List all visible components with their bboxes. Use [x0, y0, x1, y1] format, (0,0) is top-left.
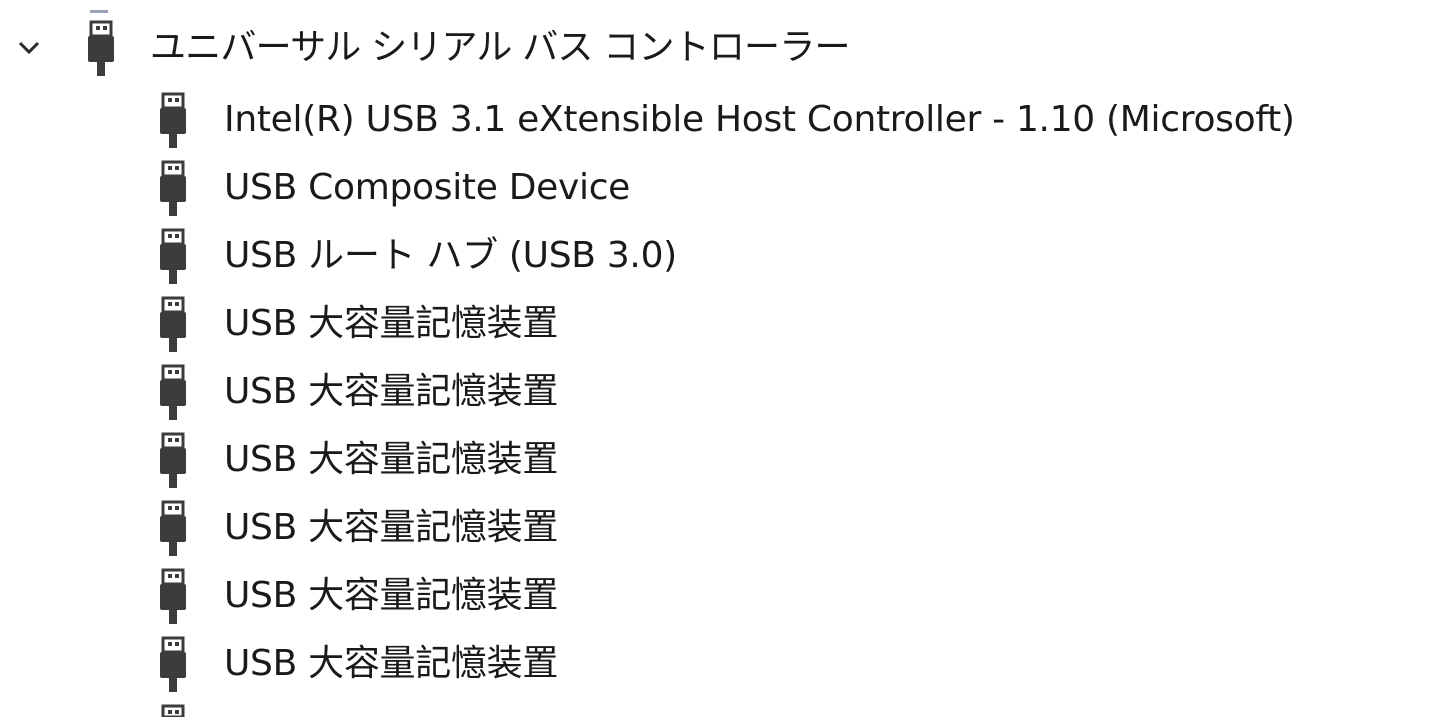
usb-plug-icon	[156, 364, 190, 422]
tree-item-device[interactable]: USB 大容量記憶装置	[0, 562, 1448, 630]
tree-item-device[interactable]: USB 大容量記憶装置	[0, 630, 1448, 698]
tree-item-label: USB 大容量記憶装置	[224, 643, 559, 684]
usb-plug-icon	[161, 704, 185, 719]
tree-item-device[interactable]: USB ルート ハブ (USB 3.0)	[0, 222, 1448, 290]
chevron-down-icon[interactable]	[12, 36, 46, 60]
tree-item-device[interactable]: USB 大容量記憶装置	[0, 426, 1448, 494]
tree-item-device[interactable]: USB 大容量記憶装置	[0, 358, 1448, 426]
tree-item-label: USB Composite Device	[224, 167, 631, 208]
usb-plug-icon	[156, 228, 190, 286]
tree-node-label: ユニバーサル シリアル バス コントローラー	[150, 27, 850, 68]
tree-item-label: USB 大容量記憶装置	[224, 575, 559, 616]
tree-item-label: USB 大容量記憶装置	[224, 439, 559, 480]
usb-plug-icon	[156, 296, 190, 354]
usb-plug-icon	[156, 568, 190, 626]
tree-node-usb-controllers[interactable]: ユニバーサル シリアル バス コントローラー	[0, 14, 1448, 82]
device-tree: ユニバーサル シリアル バス コントローラー Intel(R) USB 3.1 …	[0, 0, 1448, 719]
tree-item-device[interactable]: USB 大容量記憶装置	[0, 290, 1448, 358]
usb-plug-icon	[156, 92, 190, 150]
tree-item-device-partial[interactable]	[0, 700, 1448, 719]
usb-plug-icon	[156, 500, 190, 558]
usb-plug-icon	[88, 0, 110, 13]
tree-item-label: USB 大容量記憶装置	[224, 303, 559, 344]
usb-plug-icon	[156, 160, 190, 218]
tree-item-device[interactable]: USB Composite Device	[0, 154, 1448, 222]
usb-plug-icon	[156, 636, 190, 694]
usb-plug-icon	[156, 432, 190, 490]
tree-item-device[interactable]: Intel(R) USB 3.1 eXtensible Host Control…	[0, 86, 1448, 154]
tree-item-device[interactable]: USB 大容量記憶装置	[0, 494, 1448, 562]
usb-plug-icon	[84, 20, 118, 78]
tree-item-label: USB 大容量記憶装置	[224, 507, 559, 548]
tree-item-label: Intel(R) USB 3.1 eXtensible Host Control…	[224, 99, 1295, 140]
tree-item-label: USB 大容量記憶装置	[224, 371, 559, 412]
tree-item-label: USB ルート ハブ (USB 3.0)	[224, 235, 677, 276]
